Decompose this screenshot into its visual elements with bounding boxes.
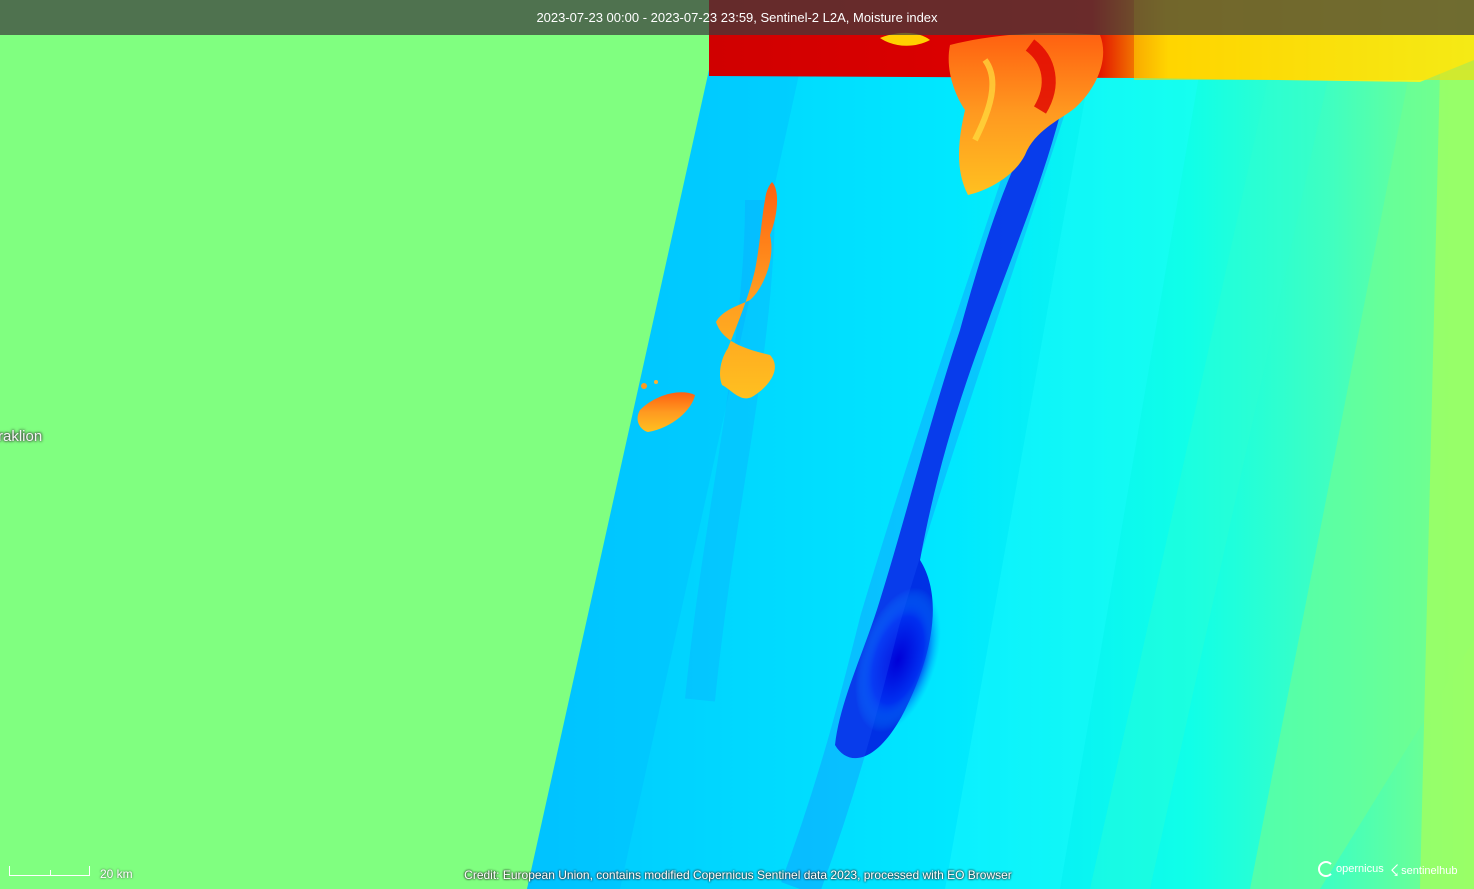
place-label-heraklion: raklion — [0, 428, 43, 445]
sentinelhub-logo-text: sentinelhub — [1401, 865, 1458, 877]
provider-logos: opernicus ☇ sentinelhub — [1318, 859, 1468, 885]
sentinelhub-bolt-icon: ☇ — [1390, 863, 1400, 880]
map-header: 2023-07-23 00:00 - 2023-07-23 23:59, Sen… — [0, 0, 1474, 35]
copernicus-logo-text: opernicus — [1336, 863, 1384, 875]
sentinelhub-logo: ☇ sentinelhub — [1390, 861, 1457, 881]
map-title: 2023-07-23 00:00 - 2023-07-23 23:59, Sen… — [536, 10, 938, 25]
attribution-credit: Credit: European Union, contains modifie… — [464, 868, 1012, 882]
copernicus-logo: opernicus — [1318, 861, 1384, 877]
moisture-index-map[interactable] — [0, 0, 1474, 889]
copernicus-ring-icon — [1318, 861, 1334, 877]
